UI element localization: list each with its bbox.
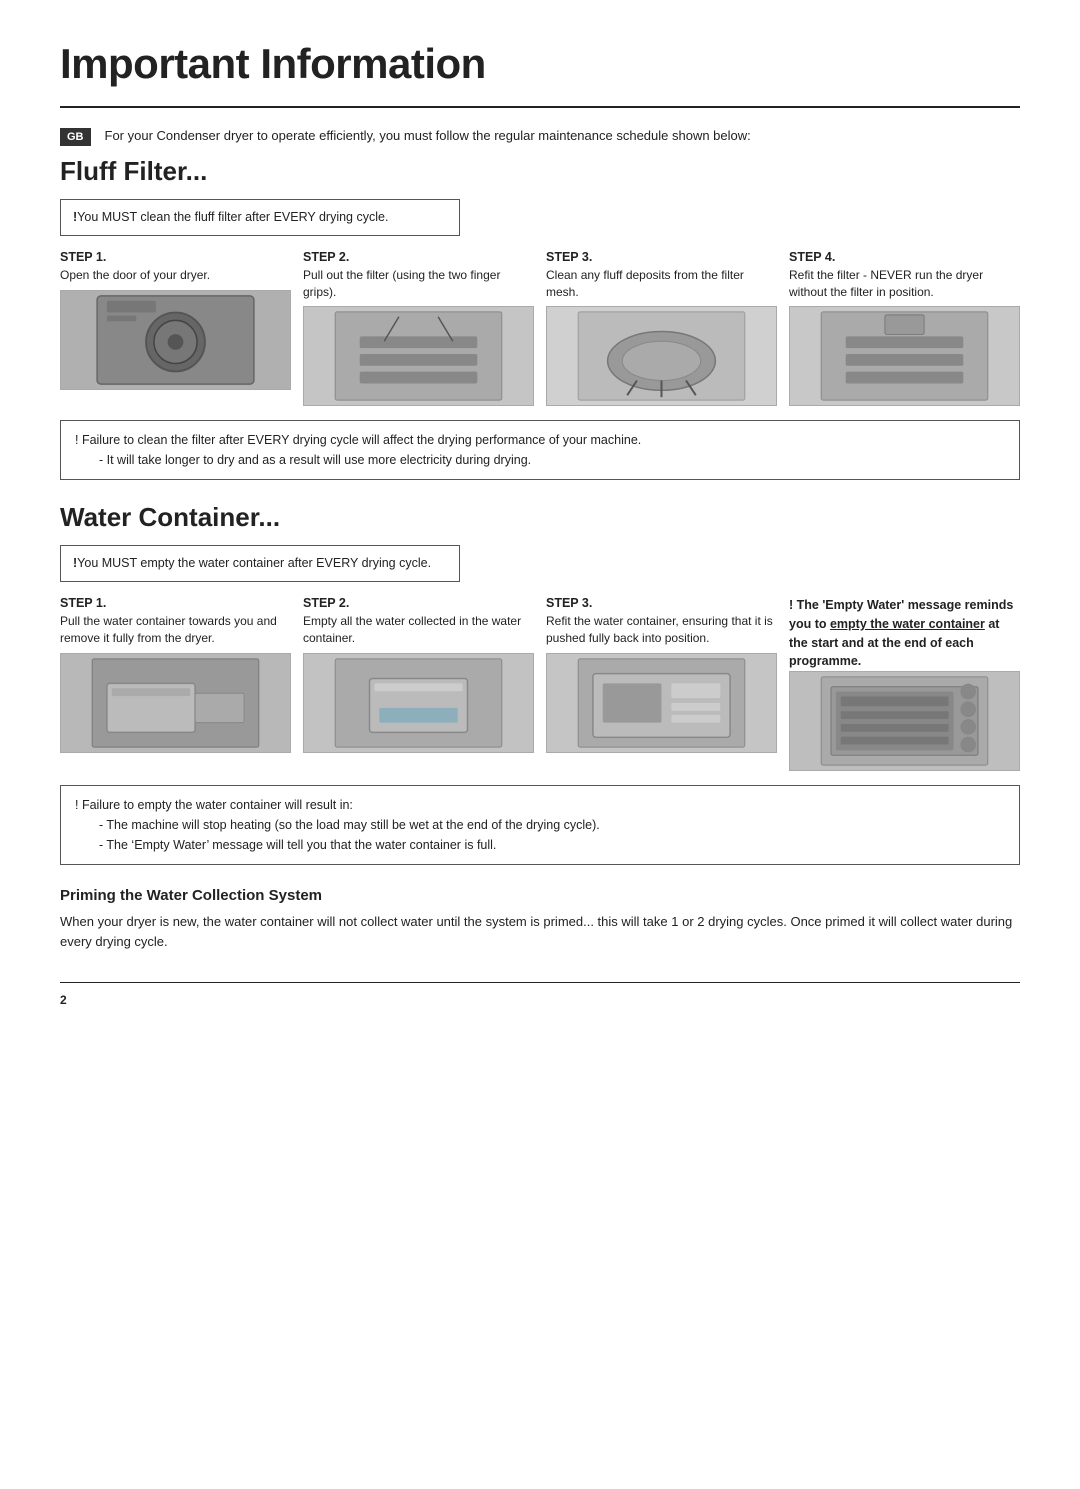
water-notice-item-2: The ‘Empty Water’ message will tell you … [99, 835, 1005, 855]
water-warning-box: !You MUST empty the water container afte… [60, 545, 460, 582]
fluff-step-3-image [546, 306, 777, 406]
fluff-notice-main: ! Failure to clean the filter after EVER… [75, 430, 1005, 450]
water-step-1-desc: Pull the water container towards you and… [60, 613, 291, 647]
fluff-step-2-image [303, 306, 534, 406]
fluff-step-3-desc: Clean any fluff deposits from the filter… [546, 267, 777, 301]
fluff-step-1-label: STEP 1. [60, 250, 291, 264]
water-step-3-image [546, 653, 777, 753]
water-step-2-image [303, 653, 534, 753]
water-notice-box: ! Failure to empty the water container w… [60, 785, 1020, 865]
intro-row: GB For your Condenser dryer to operate e… [60, 126, 1020, 146]
fluff-step-2-label: STEP 2. [303, 250, 534, 264]
water-step-3: STEP 3. Refit the water container, ensur… [546, 596, 777, 771]
page-title: Important Information [60, 40, 1020, 88]
fluff-step-2: STEP 2. Pull out the filter (using the t… [303, 250, 534, 407]
fluff-notice-item-1: It will take longer to dry and as a resu… [99, 450, 1005, 470]
water-notice-list: The machine will stop heating (so the lo… [99, 815, 1005, 855]
fluff-warning-text: You MUST clean the fluff filter after EV… [77, 210, 388, 224]
fluff-notice-box: ! Failure to clean the filter after EVER… [60, 420, 1020, 480]
water-step-1-label: STEP 1. [60, 596, 291, 610]
fluff-step-4-desc: Refit the filter - NEVER run the dryer w… [789, 267, 1020, 301]
water-special-text-1: ! The 'Empty Water' message reminds you … [789, 598, 1013, 668]
water-step-4-special: ! The 'Empty Water' message reminds you … [789, 596, 1020, 771]
water-container-title: Water Container... [60, 502, 1020, 533]
fluff-step-2-desc: Pull out the filter (using the two finge… [303, 267, 534, 301]
water-step-1: STEP 1. Pull the water container towards… [60, 596, 291, 771]
fluff-step-3: STEP 3. Clean any fluff deposits from th… [546, 250, 777, 407]
fluff-step-1: STEP 1. Open the door of your dryer. [60, 250, 291, 407]
water-step-1-image [60, 653, 291, 753]
fluff-step-3-label: STEP 3. [546, 250, 777, 264]
fluff-step-4-label: STEP 4. [789, 250, 1020, 264]
water-step-2-desc: Empty all the water collected in the wat… [303, 613, 534, 647]
water-special-text-bold: ! The 'Empty Water' message reminds you … [789, 598, 1013, 668]
fluff-step-4: STEP 4. Refit the filter - NEVER run the… [789, 250, 1020, 407]
fluff-step-1-desc: Open the door of your dryer. [60, 267, 291, 284]
fluff-notice-list: It will take longer to dry and as a resu… [99, 450, 1005, 470]
fluff-step-1-image [60, 290, 291, 390]
page-number: 2 [60, 993, 1020, 1007]
gb-badge: GB [60, 128, 91, 146]
fluff-filter-title: Fluff Filter... [60, 156, 1020, 187]
water-step-3-desc: Refit the water container, ensuring that… [546, 613, 777, 647]
water-warning-text: You MUST empty the water container after… [77, 556, 431, 570]
water-step-4-image [789, 671, 1020, 771]
water-step-2-label: STEP 2. [303, 596, 534, 610]
fluff-warning-box: !You MUST clean the fluff filter after E… [60, 199, 460, 236]
top-divider [60, 106, 1020, 108]
priming-text: When your dryer is new, the water contai… [60, 912, 1020, 952]
water-special-text: ! The 'Empty Water' message reminds you … [789, 596, 1020, 671]
water-step-2: STEP 2. Empty all the water collected in… [303, 596, 534, 771]
fluff-steps-row: STEP 1. Open the door of your dryer. STE… [60, 250, 1020, 407]
water-steps-row: STEP 1. Pull the water container towards… [60, 596, 1020, 771]
water-step-3-label: STEP 3. [546, 596, 777, 610]
water-notice-item-1: The machine will stop heating (so the lo… [99, 815, 1005, 835]
priming-title: Priming the Water Collection System [60, 887, 1020, 904]
water-notice-main: ! Failure to empty the water container w… [75, 795, 1005, 815]
bottom-divider [60, 982, 1020, 983]
fluff-step-4-image [789, 306, 1020, 406]
intro-text: For your Condenser dryer to operate effi… [105, 126, 751, 146]
